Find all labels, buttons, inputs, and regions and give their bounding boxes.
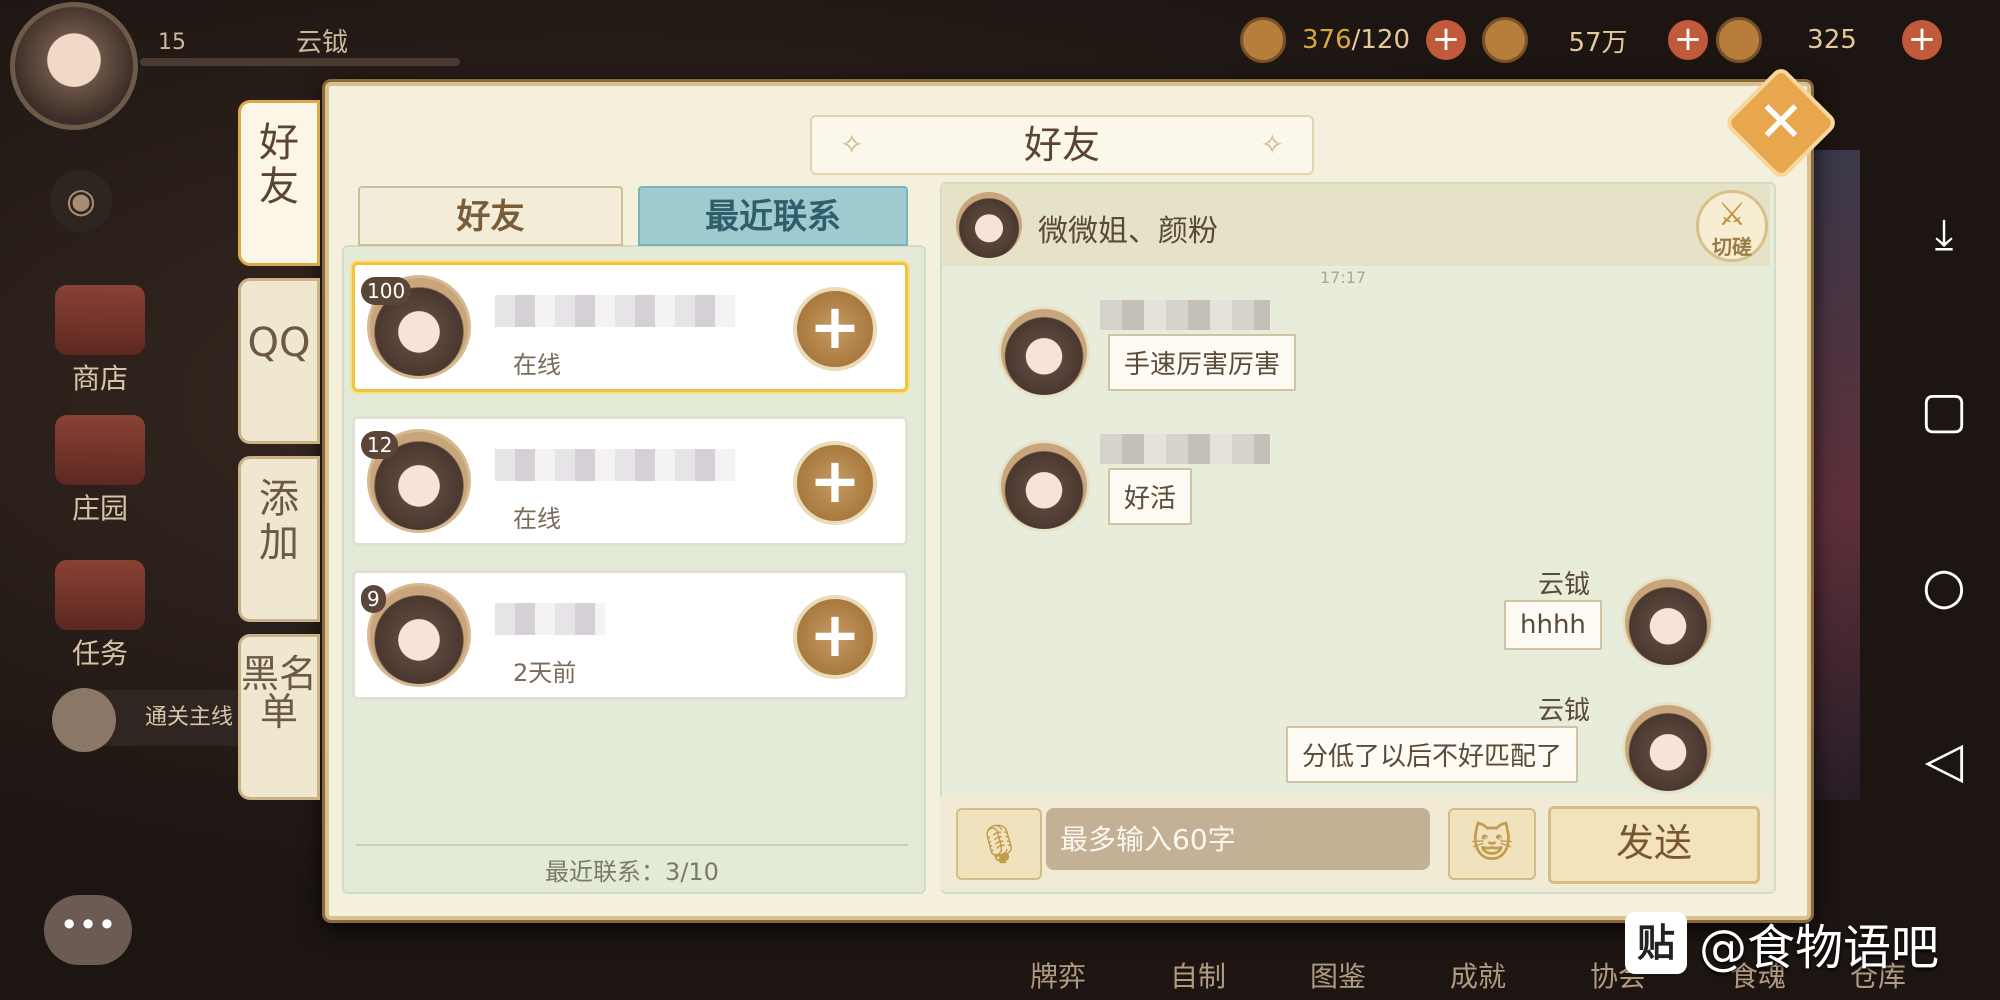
chat-bubble-icon[interactable]: ••• xyxy=(44,895,132,965)
side-tab-blacklist[interactable]: 黑名单 xyxy=(238,634,320,800)
friend-card[interactable]: 9 2天前 + xyxy=(352,570,908,700)
chat-partner-avatar xyxy=(956,192,1022,258)
quest-avatar xyxy=(52,688,116,752)
friend-name-redacted xyxy=(495,603,605,635)
back-icon[interactable]: ◁ xyxy=(1906,722,1982,798)
chat-message: hhhh xyxy=(1504,600,1602,650)
close-icon: ✕ xyxy=(1757,90,1805,155)
send-button[interactable]: 发送 xyxy=(1548,806,1760,884)
side-tab-qq[interactable]: QQ xyxy=(238,278,320,444)
side-tab-friends[interactable]: 好友 xyxy=(238,100,320,266)
recent-count: 最近联系：3/10 xyxy=(545,858,719,886)
manor-icon xyxy=(55,415,145,485)
add-friend-button[interactable]: + xyxy=(793,595,877,679)
player-name: 云钺 xyxy=(296,28,349,58)
chat-message: 好活 xyxy=(1108,468,1193,525)
bottom-menu-cards[interactable]: 牌弈 xyxy=(1030,955,1086,995)
gold-resource: 57万 + xyxy=(1482,16,1708,64)
home-icon[interactable]: ○ xyxy=(1906,548,1982,624)
friend-card[interactable]: 12 在线 + xyxy=(352,416,908,546)
watermark-text: @食物语吧 xyxy=(1699,920,1940,976)
gold-icon xyxy=(1482,17,1528,63)
tab-friends[interactable]: 好友 xyxy=(358,186,623,246)
gold-value: 57万 xyxy=(1568,27,1628,58)
sender-avatar xyxy=(998,306,1090,398)
add-stamina-button[interactable]: + xyxy=(1426,20,1466,60)
diamond-icon xyxy=(1716,17,1762,63)
shop-button[interactable]: 商店 xyxy=(40,285,160,397)
tasks-button[interactable]: 任务 xyxy=(40,560,160,672)
shop-icon xyxy=(55,285,145,355)
add-friend-button[interactable]: + xyxy=(793,287,877,371)
sender-name-redacted xyxy=(1100,434,1270,464)
tab-recent-contacts[interactable]: 最近联系 xyxy=(638,186,908,246)
diamond-resource: 325 + xyxy=(1716,16,1942,64)
friend-level-badge: 100 xyxy=(361,277,412,305)
chat-timestamp: 17:17 xyxy=(1320,268,1367,287)
stamina-resource: 376/120 + xyxy=(1240,16,1466,64)
player-avatar[interactable] xyxy=(10,2,138,130)
sender-avatar xyxy=(998,440,1090,532)
add-gold-button[interactable]: + xyxy=(1668,20,1708,60)
friend-level-badge: 12 xyxy=(361,431,399,459)
pull-down-icon[interactable]: ⤓ xyxy=(1906,196,1982,272)
self-avatar xyxy=(1622,576,1714,668)
eye-icon[interactable]: ◉ xyxy=(50,170,112,232)
sender-name-redacted xyxy=(1100,300,1270,330)
friend-level-badge: 9 xyxy=(361,585,386,613)
friend-card[interactable]: 100 在线 + xyxy=(352,262,908,392)
manor-button[interactable]: 庄园 xyxy=(40,415,160,527)
friend-status: 在线 xyxy=(513,351,561,379)
player-level: 15 xyxy=(158,30,186,55)
diamond-value: 325 xyxy=(1807,25,1857,55)
message-sender: 云钺 xyxy=(1538,570,1591,600)
recents-icon[interactable]: ▢ xyxy=(1906,372,1982,448)
friend-status: 在线 xyxy=(513,505,561,533)
side-tab-add[interactable]: 添加 xyxy=(238,456,320,622)
friend-name-redacted xyxy=(495,449,735,481)
bowl-icon xyxy=(1240,17,1286,63)
bottom-menu-craft[interactable]: 自制 xyxy=(1170,955,1226,995)
chat-message: 分低了以后不好匹配了 xyxy=(1286,726,1579,783)
add-diamond-button[interactable]: + xyxy=(1902,20,1942,60)
chat-input[interactable] xyxy=(1046,808,1430,870)
modal-title: 好友 xyxy=(810,115,1314,175)
message-sender: 云钺 xyxy=(1538,696,1591,726)
add-friend-button[interactable]: + xyxy=(793,441,877,525)
microphone-icon[interactable]: 🎙 xyxy=(956,808,1042,880)
friend-name-redacted xyxy=(495,295,735,327)
tieba-logo: 贴 xyxy=(1625,912,1687,974)
bottom-menu-codex[interactable]: 图鉴 xyxy=(1310,955,1366,995)
chat-message: 手速厉害厉害 xyxy=(1108,334,1297,391)
friend-status: 2天前 xyxy=(513,659,577,687)
duel-button[interactable]: 切磋 xyxy=(1696,190,1768,262)
tasks-icon xyxy=(55,560,145,630)
list-divider xyxy=(356,844,908,846)
exp-bar xyxy=(140,58,460,66)
bottom-menu-achievements[interactable]: 成就 xyxy=(1450,955,1506,995)
self-avatar xyxy=(1622,702,1714,794)
emoji-icon[interactable]: 😺 xyxy=(1448,808,1536,880)
chat-header: 微微姐、颜粉 xyxy=(942,184,1770,266)
watermark: 贴 @食物语吧 xyxy=(1625,908,1939,978)
chat-partner-name: 微微姐、颜粉 xyxy=(1038,214,1218,249)
stamina-value: 376/120 xyxy=(1301,25,1411,55)
